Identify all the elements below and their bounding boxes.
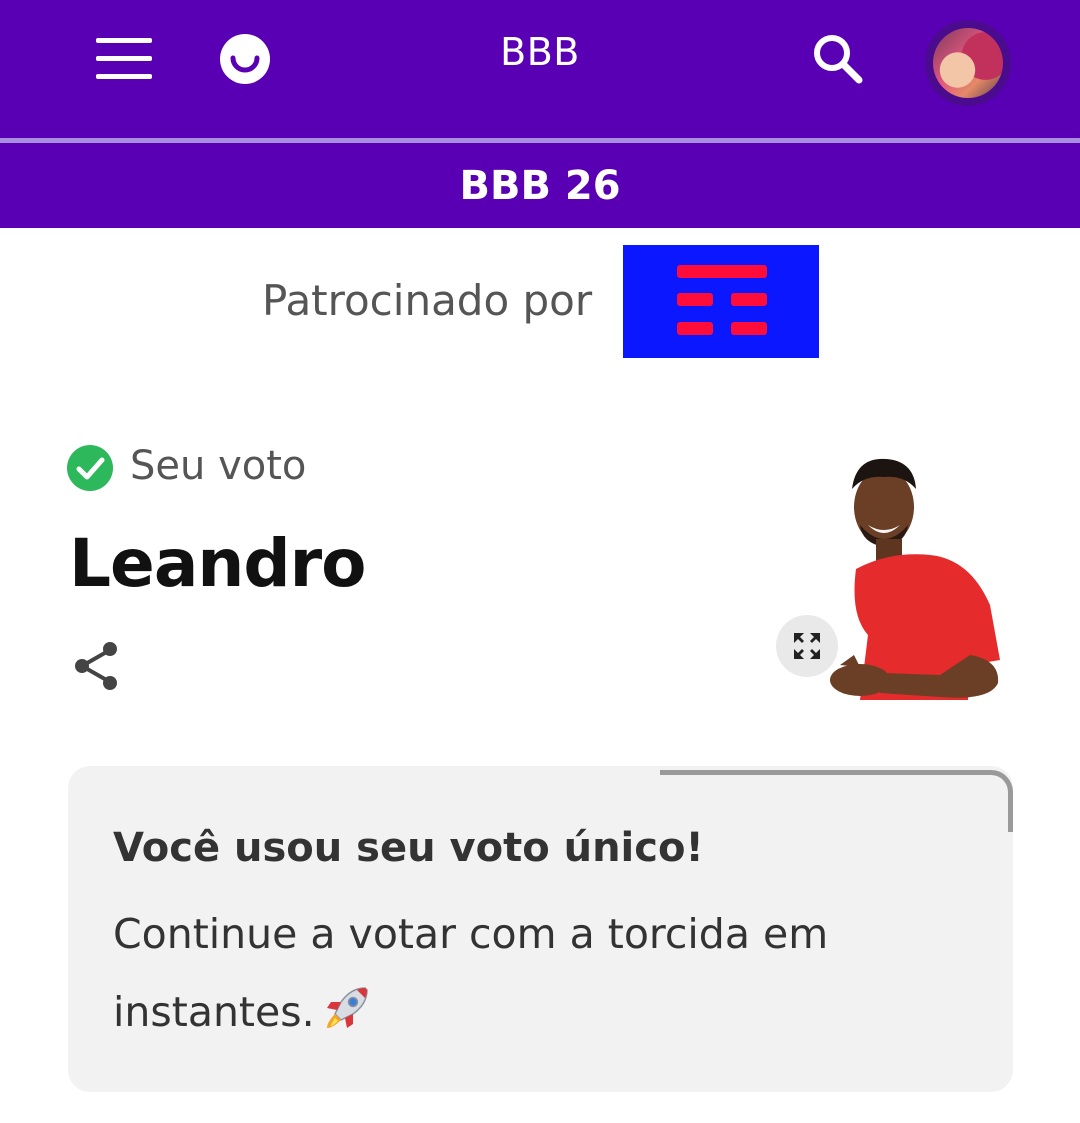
notice-body-text: Continue a votar com a torcida em instan… (113, 910, 829, 1036)
rocket-icon (326, 987, 368, 1028)
avatar-image (933, 28, 1003, 98)
sponsor-label: Patrocinado por (262, 276, 593, 325)
expand-icon (794, 633, 820, 659)
app-title: BBB (500, 30, 580, 74)
section-title[interactable]: BBB 26 (459, 163, 620, 209)
candidate-photo[interactable] (820, 455, 1005, 700)
check-circle-icon (67, 445, 113, 491)
notice-card-progress-edge (660, 770, 1013, 832)
vote-status-label: Seu voto (130, 443, 307, 489)
section-bar: BBB 26 (0, 143, 1080, 228)
notice-title: Você usou seu voto único! (113, 825, 704, 871)
search-icon[interactable] (809, 30, 867, 88)
menu-icon-line (96, 38, 152, 43)
menu-button[interactable] (96, 38, 152, 80)
menu-icon-line (96, 56, 152, 61)
share-icon[interactable] (72, 640, 122, 692)
expand-photo-button[interactable] (776, 615, 838, 677)
sponsor-logo[interactable] (623, 245, 819, 358)
top-bar: BBB (0, 0, 1080, 138)
smile-logo-icon[interactable] (219, 33, 271, 85)
notice-body: Continue a votar com a torcida em instan… (113, 895, 903, 1051)
user-avatar[interactable] (925, 20, 1011, 106)
candidate-name: Leandro (69, 525, 366, 602)
menu-icon-line (96, 74, 152, 79)
